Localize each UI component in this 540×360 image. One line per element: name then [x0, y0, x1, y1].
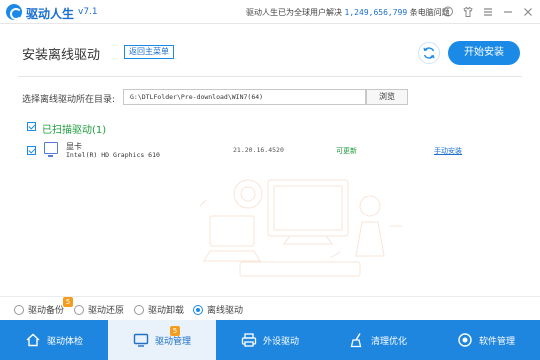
radio-offline-driver[interactable]: 离线驱动: [193, 303, 243, 316]
nav-label: 软件管理: [478, 336, 515, 347]
bottom-nav: 驱动体检 驱动管理 5 外设驱动 清理优化 软件管理: [0, 320, 540, 360]
back-to-menu-button[interactable]: 返回主菜单: [124, 45, 174, 59]
printer-icon: [241, 333, 257, 347]
monitor-icon: [133, 333, 149, 347]
radio-label: 离线驱动: [207, 306, 244, 316]
select-all-checkbox[interactable]: [27, 122, 36, 131]
driver-name: Intel(R) HD Graphics 610: [66, 151, 160, 159]
nav-label: 驱动体检: [46, 336, 83, 347]
radio-dot: [14, 304, 24, 315]
talk-icon[interactable]: [440, 4, 456, 20]
nav-driver-checkup[interactable]: 驱动体检: [0, 320, 108, 360]
radio-dot: [74, 304, 84, 315]
scanned-drivers-title: 已扫描驱动(1): [42, 125, 107, 136]
radio-driver-restore[interactable]: 驱动还原: [74, 303, 124, 316]
app-version: v7.1: [78, 7, 98, 17]
folder-label: 选择离线驱动所在目录:: [22, 95, 116, 105]
manual-install-link[interactable]: 手动安装: [434, 146, 462, 156]
display-adapter-icon: [44, 142, 58, 157]
broom-icon: [350, 333, 362, 348]
minimize-icon[interactable]: [500, 4, 516, 20]
radio-label: 驱动卸载: [148, 306, 185, 316]
folder-path-input[interactable]: G:\DTLFolder\Pre-download\WIN7(64): [123, 89, 366, 105]
start-install-button[interactable]: 开始安装: [448, 41, 520, 65]
software-icon: [458, 333, 472, 347]
radio-label: 驱动还原: [88, 306, 125, 316]
driver-status: 可更新: [336, 147, 357, 155]
home-icon: [26, 333, 40, 347]
menu-icon[interactable]: [480, 4, 496, 20]
shirt-icon[interactable]: [460, 4, 476, 20]
nav-label: 外设驱动: [262, 336, 299, 347]
background-illustration: [199, 179, 402, 277]
radio-dot: [193, 304, 203, 315]
title-bar: 驱动人生 v7.1 驱动人生已为全球用户解决 1,249,656,799 条电脑…: [0, 0, 540, 24]
radio-driver-backup[interactable]: 驱动备份: [14, 303, 64, 316]
window-controls: [440, 4, 536, 20]
header-divider: [18, 76, 522, 77]
nav-cleanup-optimize[interactable]: 清理优化: [324, 320, 432, 360]
radio-label: 驱动备份: [28, 306, 65, 316]
close-icon[interactable]: [520, 4, 536, 20]
nav-badge: 5: [170, 326, 180, 336]
notice-prefix: 驱动人生已为全球用户解决: [246, 8, 342, 17]
driver-version: 21.20.16.4520: [233, 146, 284, 154]
nav-software-management[interactable]: 软件管理: [432, 320, 540, 360]
browse-button[interactable]: 浏览: [366, 89, 408, 105]
nav-peripheral-drivers[interactable]: 外设驱动: [216, 320, 324, 360]
radio-driver-uninstall[interactable]: 驱动卸载: [134, 303, 184, 316]
page-title: 安装离线驱动: [22, 48, 101, 63]
notice-count: 1,249,656,799: [344, 8, 408, 17]
nav-driver-management[interactable]: 驱动管理 5: [108, 320, 216, 360]
app-name: 驱动人生: [26, 7, 75, 21]
refresh-icon: [423, 47, 435, 59]
nav-label: 清理优化: [370, 336, 407, 347]
app-logo-icon: [6, 4, 22, 20]
backup-badge: 5: [63, 297, 73, 307]
mode-selector: 驱动备份 5 驱动还原 驱动卸载 离线驱动: [0, 296, 540, 320]
solved-problems-notice: 驱动人生已为全球用户解决 1,249,656,799 条电脑问题: [246, 7, 450, 18]
radio-dot: [134, 304, 144, 315]
driver-checkbox[interactable]: [27, 146, 36, 155]
refresh-button[interactable]: [418, 42, 440, 64]
